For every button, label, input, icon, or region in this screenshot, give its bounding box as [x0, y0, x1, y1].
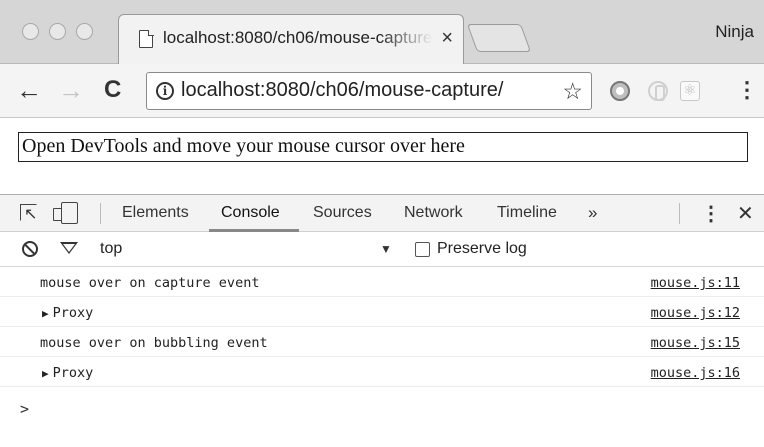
maximize-window-button[interactable] — [76, 23, 93, 40]
tab-timeline[interactable]: Timeline — [497, 204, 557, 222]
info-icon[interactable]: i — [156, 82, 174, 100]
console-toolbar: top ▼ Preserve log — [0, 232, 764, 267]
console-message: mouse over on bubbling event mouse.js:15 — [0, 327, 764, 357]
console-object[interactable]: ▶ Proxy — [42, 305, 93, 321]
inspect-element-icon[interactable] — [20, 204, 37, 224]
forward-arrow-icon[interactable]: → — [58, 76, 84, 104]
console-object[interactable]: ▶ Proxy — [42, 365, 93, 381]
filter-icon[interactable] — [60, 242, 78, 254]
extension-opera-icon[interactable] — [648, 81, 668, 101]
console-object-label: Proxy — [52, 365, 94, 381]
device-toolbar-icon[interactable] — [53, 202, 78, 224]
tab-title: localhost:8080/ch06/mouse-capture/ — [163, 28, 433, 47]
console-source-link[interactable]: mouse.js:16 — [651, 365, 740, 381]
devtools-tabbar: Elements Console Sources Network Timelin… — [0, 195, 764, 232]
window-titlebar: localhost:8080/ch06/mouse-capture/ × Nin… — [0, 0, 764, 65]
address-bar[interactable]: i localhost:8080/ch06/mouse-capture/ ☆ — [146, 72, 592, 110]
devtools-menu-icon[interactable]: ⋮ — [701, 201, 721, 226]
preserve-log-label[interactable]: Preserve log — [437, 240, 527, 258]
more-tabs-icon[interactable]: » — [588, 203, 597, 223]
tab-network[interactable]: Network — [404, 204, 463, 222]
bookmark-star-icon[interactable]: ☆ — [562, 78, 583, 104]
new-tab-button[interactable] — [466, 24, 532, 52]
console-message: mouse over on capture event mouse.js:11 — [0, 267, 764, 297]
tab-elements[interactable]: Elements — [122, 204, 189, 222]
tab-sources[interactable]: Sources — [313, 204, 372, 222]
reload-icon[interactable]: C — [104, 76, 121, 104]
clear-console-icon[interactable] — [22, 241, 38, 257]
page-content: Open DevTools and move your mouse cursor… — [0, 118, 764, 194]
console-source-link[interactable]: mouse.js:15 — [651, 335, 740, 351]
address-bar-url[interactable]: localhost:8080/ch06/mouse-capture/ — [181, 79, 503, 102]
console-object-label: Proxy — [52, 305, 94, 321]
divider — [100, 203, 101, 224]
console-prompt[interactable]: > — [20, 400, 29, 418]
profile-name[interactable]: Ninja — [715, 22, 754, 42]
expand-triangle-icon[interactable]: ▶ — [42, 367, 49, 380]
preserve-log-checkbox[interactable] — [415, 242, 430, 257]
extension-react-icon[interactable] — [680, 81, 700, 101]
console-message[interactable]: ▶ Proxy mouse.js:16 — [0, 357, 764, 387]
extension-chrome-icon[interactable] — [610, 81, 630, 101]
minimize-window-button[interactable] — [49, 23, 66, 40]
close-window-button[interactable] — [22, 23, 39, 40]
browser-tab[interactable]: localhost:8080/ch06/mouse-capture/ × — [118, 14, 464, 65]
tab-console[interactable]: Console — [221, 204, 280, 222]
console-message-text: mouse over on bubbling event — [40, 335, 268, 351]
chevron-down-icon[interactable]: ▼ — [380, 242, 392, 256]
console-source-link[interactable]: mouse.js:12 — [651, 305, 740, 321]
mouse-target-box[interactable]: Open DevTools and move your mouse cursor… — [18, 132, 748, 162]
devtools-panel: Elements Console Sources Network Timelin… — [0, 194, 764, 447]
tab-close-icon[interactable]: × — [441, 27, 453, 49]
browser-menu-icon[interactable]: ⋮ — [736, 78, 758, 102]
console-source-link[interactable]: mouse.js:11 — [651, 275, 740, 291]
browser-toolbar: ← → C i localhost:8080/ch06/mouse-captur… — [0, 64, 764, 118]
page-document-icon — [139, 29, 154, 48]
expand-triangle-icon[interactable]: ▶ — [42, 307, 49, 320]
context-selector[interactable]: top — [100, 240, 122, 258]
close-devtools-icon[interactable]: ✕ — [737, 201, 754, 226]
divider — [679, 203, 680, 224]
console-message-text: mouse over on capture event — [40, 275, 260, 291]
back-arrow-icon[interactable]: ← — [16, 76, 42, 104]
console-message[interactable]: ▶ Proxy mouse.js:12 — [0, 297, 764, 327]
